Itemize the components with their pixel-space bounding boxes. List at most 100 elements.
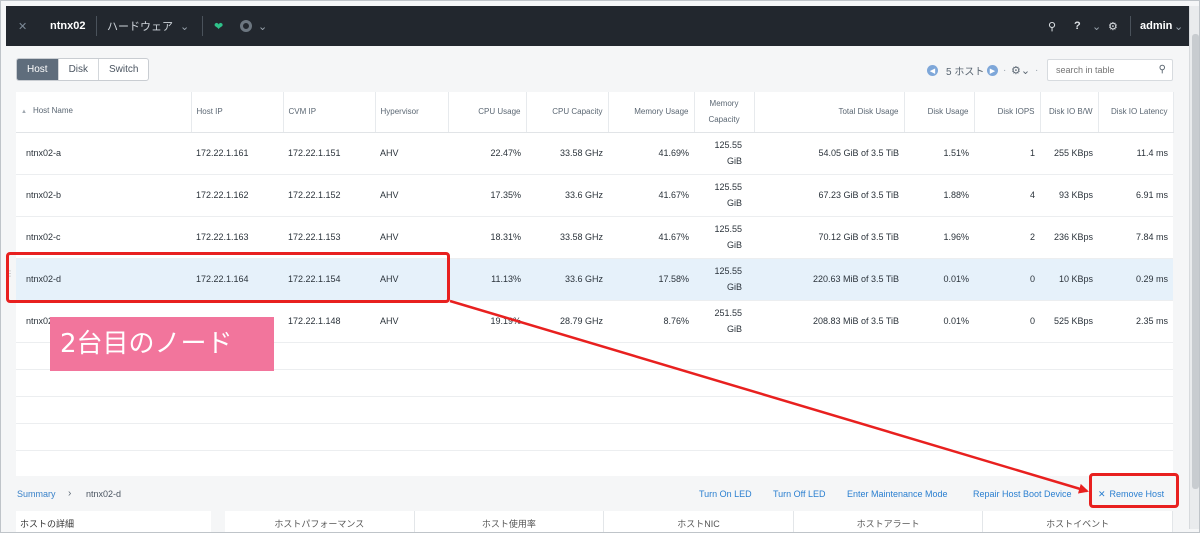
health-heart-icon[interactable]: ❤ [214,6,223,46]
tab-host-alerts[interactable]: ホストアラート [794,511,984,532]
memory-capacity-value: 251.55 [714,308,742,318]
table-search-input[interactable] [1048,60,1148,80]
cvm-ip-cell: 172.22.1.154 [283,258,375,301]
column-header-host-name[interactable]: ▲ Host Name [16,92,192,133]
memory-usage-cell: 41.67% [608,216,694,259]
tab-host-usage[interactable]: ホスト使用率 [415,511,605,532]
memory-capacity-unit: GiB [726,324,742,334]
column-header-total-disk-usage[interactable]: Total Disk Usage [754,92,905,133]
divider [202,16,203,36]
cluster-name[interactable]: ntnx02 [50,6,85,46]
alerts-circle-icon[interactable] [240,20,252,32]
table-search-box: ⚲ [1047,59,1173,81]
chevron-down-icon[interactable]: ⌄ [1174,6,1183,46]
drag-handle-icon[interactable]: ⋮ [6,269,14,278]
disk-usage-cell: 0.01% [904,258,974,301]
table-row-selected[interactable]: ntnx02-d 172.22.1.164 172.22.1.154 AHV 1… [16,258,1173,301]
chevron-down-icon[interactable]: ⌄ [180,6,189,46]
disk-iops-cell: 2 [974,216,1040,259]
table-settings-gear-icon[interactable]: ⚙⌄ [1011,61,1030,79]
column-header-memory-usage[interactable]: Memory Usage [608,92,695,133]
host-ip-cell: 172.22.1.164 [191,258,283,301]
tab-switch[interactable]: Switch [99,59,148,80]
cpu-capacity-cell: 28.79 GHz [526,300,608,343]
table-row[interactable]: ntnx02-c 172.22.1.163 172.22.1.153 AHV 1… [16,216,1173,259]
column-header-disk-io-latency[interactable]: Disk IO Latency [1098,92,1174,133]
previous-page-icon[interactable]: ◀ [927,65,938,76]
help-icon[interactable]: ? [1074,6,1081,46]
enter-maintenance-mode-button[interactable]: Enter Maintenance Mode [847,489,948,499]
memory-capacity-value: 125.55 [714,266,742,276]
table-row[interactable]: ntnx02-b 172.22.1.162 172.22.1.152 AHV 1… [16,174,1173,217]
next-page-icon[interactable]: ▶ [987,65,998,76]
annotation-callout: 2台目のノード [50,317,274,371]
vertical-scrollbar[interactable] [1189,6,1199,529]
view-selector: Host Disk Switch [16,58,150,81]
turn-off-led-button[interactable]: Turn Off LED [773,489,826,499]
chevron-right-icon: › [68,488,72,499]
breadcrumb-summary-link[interactable]: Summary [17,489,56,499]
chevron-down-icon[interactable]: ⌄ [258,6,267,46]
user-menu[interactable]: admin [1140,6,1172,46]
total-disk-usage-cell: 208.83 MiB of 3.5 TiB [754,300,904,343]
divider [1130,16,1131,36]
scrollbar-thumb[interactable] [1192,34,1199,489]
tab-host-performance[interactable]: ホストパフォーマンス [225,511,415,532]
disk-io-bw-cell: 255 KBps [1040,132,1098,175]
column-header-cpu-capacity[interactable]: CPU Capacity [526,92,609,133]
memory-capacity-unit: GiB [726,282,742,292]
disk-io-latency-cell: 0.29 ms [1098,258,1173,301]
column-header-disk-io-bw[interactable]: Disk IO B/W [1040,92,1099,133]
column-header-cvm-ip[interactable]: CVM IP [283,92,376,133]
chevron-down-icon[interactable]: ⌄ [1092,6,1101,46]
breadcrumb-current: ntnx02-d [86,489,122,499]
host-name-cell[interactable]: ntnx02-c [16,216,191,259]
separator-dot: · [1003,64,1007,76]
turn-on-led-button[interactable]: Turn On LED [699,489,752,499]
remove-host-button[interactable]: ✕ Remove Host [1098,489,1164,500]
column-header-disk-usage[interactable]: Disk Usage [904,92,975,133]
main-menu-dropdown[interactable]: ハードウェア [107,6,173,46]
column-header-hypervisor[interactable]: Hypervisor [375,92,449,133]
disk-iops-cell: 0 [974,258,1040,301]
separator-dot: · [1035,64,1039,76]
host-name-cell[interactable]: ntnx02-d [16,258,191,301]
total-disk-usage-cell: 54.05 GiB of 3.5 TiB [754,132,904,175]
empty-cell [16,369,1173,397]
host-name-cell[interactable]: ntnx02-a [16,132,191,175]
tab-host-nic[interactable]: ホストNIC [604,511,794,532]
memory-capacity-cell: 125.55 GiB [694,174,754,217]
tab-host[interactable]: Host [17,59,59,80]
column-header-cpu-usage[interactable]: CPU Usage [448,92,527,133]
host-details-header: ホストの詳細 [16,511,211,532]
repair-host-boot-device-button[interactable]: Repair Host Boot Device [973,489,1072,499]
memory-usage-cell: 8.76% [608,300,694,343]
table-header-row: ▲ Host Name Host IP CVM IP Hypervisor CPU… [16,92,1174,133]
cpu-usage-cell: 19.19% [448,300,526,343]
column-header-disk-iops[interactable]: Disk IOPS [974,92,1041,133]
hypervisor-cell: AHV [375,174,448,217]
column-header-host-ip[interactable]: Host IP [191,92,284,133]
hosts-table: ▲ Host Name Host IP CVM IP Hypervisor CPU… [16,92,1174,476]
table-row[interactable]: ntnx02-a 172.22.1.161 172.22.1.151 AHV 2… [16,132,1173,175]
disk-iops-cell: 4 [974,174,1040,217]
disk-io-bw-cell: 525 KBps [1040,300,1098,343]
empty-row [16,369,1173,397]
search-icon[interactable]: ⚲ [1048,6,1056,46]
tab-host-events[interactable]: ホストイベント [983,511,1173,532]
gear-icon[interactable]: ⚙ [1108,6,1118,46]
sort-arrow-icon[interactable]: ▲ [21,109,27,115]
disk-io-bw-cell: 93 KBps [1040,174,1098,217]
prism-window: ✕ ntnx02 ハードウェア ⌄ ❤ ⌄ ⚲ ? ⌄ ⚙ admin ⌄ Ho… [0,0,1200,533]
tab-disk[interactable]: Disk [59,59,100,80]
disk-iops-cell: 0 [974,300,1040,343]
host-detail-tabs: ホストパフォーマンス ホスト使用率 ホストNIC ホストアラート ホストイベント [225,511,1173,532]
host-ip-cell: 172.22.1.163 [191,216,283,259]
total-disk-usage-cell: 220.63 MiB of 3.5 TiB [754,258,904,301]
nutanix-logo-icon[interactable]: ✕ [18,6,36,46]
memory-capacity-unit: GiB [726,198,742,208]
search-icon[interactable]: ⚲ [1159,64,1166,75]
host-name-cell[interactable]: ntnx02-b [16,174,191,217]
column-header-memory-capacity[interactable]: Memory Capacity [694,92,755,133]
memory-capacity-unit: GiB [726,156,742,166]
